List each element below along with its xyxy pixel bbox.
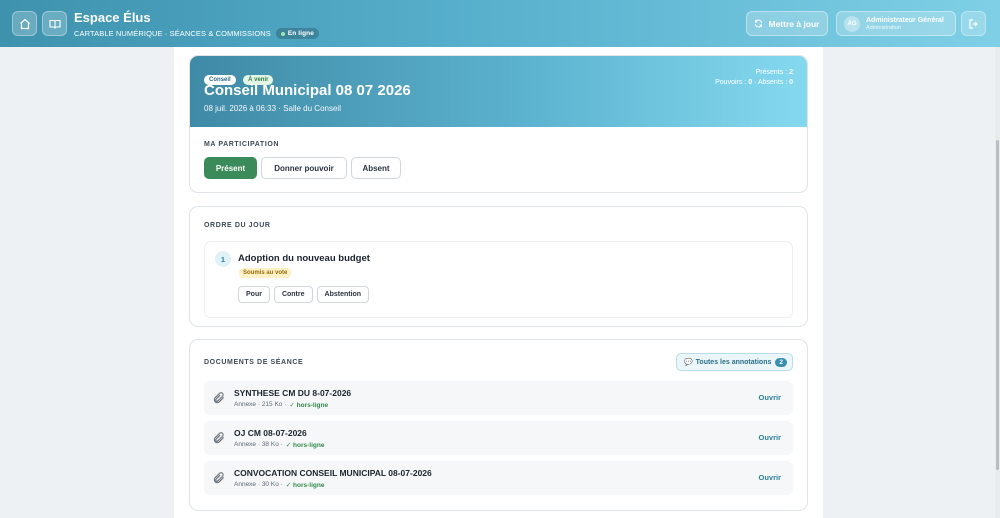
open-document-button[interactable]: Ouvrir [758, 433, 781, 442]
document-meta: Annexe · 30 Ko · ✓ hors-ligne [234, 481, 324, 489]
vote-for-button[interactable]: Pour [238, 286, 270, 303]
document-meta: Annexe · 38 Ko · ✓ hors-ligne [234, 441, 324, 449]
document-meta: Annexe · 215 Ko · ✓ hors-ligne [234, 401, 328, 409]
vote-status-badge: Soumis au vote [239, 268, 292, 278]
online-status-badge: En ligne [275, 28, 319, 39]
app-title: Espace Élus [74, 10, 151, 25]
paperclip-icon [213, 392, 225, 404]
vote-buttons: Pour Contre Abstention [238, 286, 373, 303]
document-meta-text: Annexe · 215 Ko · [234, 401, 287, 408]
absents-label: · Absents : [754, 79, 788, 86]
session-title: Conseil Municipal 08 07 2026 [204, 82, 411, 99]
avatar: AG [844, 15, 860, 32]
participation-buttons: Présent Donner pouvoir Absent [204, 157, 405, 179]
session-card: Conseil À venir Conseil Municipal 08 07 … [189, 55, 808, 193]
document-row[interactable]: CONVOCATION CONSEIL MUNICIPAL 08-07-2026… [204, 461, 793, 495]
top-bar: Espace Élus CARTABLE NUMÉRIQUE · SÉANCES… [0, 0, 1000, 47]
scrollbar-thumb[interactable] [996, 140, 999, 470]
document-name: CONVOCATION CONSEIL MUNICIPAL 08-07-2026 [234, 468, 432, 478]
absent-button[interactable]: Absent [351, 157, 401, 179]
user-name: Administrateur Général [866, 16, 944, 24]
open-document-button[interactable]: Ouvrir [758, 393, 781, 402]
app-subtitle-text: CARTABLE NUMÉRIQUE · SÉANCES & COMMISSIO… [74, 29, 271, 38]
pouvoirs-label: Pouvoirs : [715, 79, 747, 86]
update-button[interactable]: Mettre à jour [746, 11, 828, 36]
presents-value: 2 [789, 69, 793, 76]
pouvoirs-value: 0 [748, 79, 753, 86]
brand: Espace Élus CARTABLE NUMÉRIQUE · SÉANCES… [74, 10, 319, 39]
user-menu[interactable]: AG Administrateur Général Administration [836, 11, 956, 36]
logout-button[interactable] [961, 11, 986, 36]
session-date-place: 08 juil. 2026 à 06:33 · Salle du Conseil [204, 104, 341, 113]
presents-stat: Présents : 2 [715, 68, 793, 78]
presents-label: Présents : [755, 69, 788, 76]
home-button[interactable] [12, 11, 37, 36]
online-label: En ligne [287, 30, 314, 37]
pouvoirs-absents-stat: Pouvoirs : 0 · Absents : 0 [715, 78, 793, 88]
annotations-count-badge: 2 [775, 357, 787, 367]
logout-icon [968, 18, 978, 29]
agenda-label: ORDRE DU JOUR [204, 222, 271, 229]
annotations-label: Toutes les annotations [695, 358, 772, 366]
agenda-item: 1 Adoption du nouveau budget Soumis au v… [204, 241, 793, 318]
offline-status: ✓ hors-ligne [285, 482, 325, 489]
paperclip-icon [213, 432, 225, 444]
document-name: OJ CM 08-07-2026 [234, 428, 307, 438]
agenda-card: ORDRE DU JOUR 1 Adoption du nouveau budg… [189, 206, 808, 327]
document-meta-text: Annexe · 38 Ko · [234, 441, 283, 448]
agenda-item-title: Adoption du nouveau budget [238, 253, 370, 264]
open-document-button[interactable]: Ouvrir [758, 473, 781, 482]
user-role: Administration [866, 24, 901, 31]
absents-value: 0 [789, 79, 793, 86]
vote-abstain-button[interactable]: Abstention [316, 286, 370, 303]
all-annotations-button[interactable]: 💬 Toutes les annotations 2 [675, 353, 793, 371]
online-dot-icon [280, 31, 285, 36]
present-button[interactable]: Présent [204, 157, 257, 179]
speech-bubble-icon: 💬 [683, 359, 693, 366]
give-proxy-button[interactable]: Donner pouvoir [261, 157, 347, 179]
update-label: Mettre à jour [768, 18, 820, 29]
offline-status: ✓ hors-ligne [285, 442, 325, 449]
vote-against-button[interactable]: Contre [273, 286, 313, 303]
participation-label: MA PARTICIPATION [204, 141, 280, 148]
document-meta-text: Annexe · 30 Ko · [234, 481, 283, 488]
book-icon [48, 19, 61, 29]
documents-card: DOCUMENTS DE SÉANCE 💬 Toutes les annotat… [189, 339, 808, 511]
attendance-stats: Présents : 2 Pouvoirs : 0 · Absents : 0 [715, 68, 793, 88]
session-header: Conseil À venir Conseil Municipal 08 07 … [190, 56, 807, 127]
app-subtitle: CARTABLE NUMÉRIQUE · SÉANCES & COMMISSIO… [74, 28, 319, 39]
home-icon [19, 18, 30, 29]
agenda-item-number: 1 [215, 251, 231, 267]
document-row[interactable]: OJ CM 08-07-2026 Annexe · 38 Ko · ✓ hors… [204, 421, 793, 455]
offline-status: ✓ hors-ligne [289, 402, 329, 409]
refresh-icon [755, 19, 763, 28]
documents-label: DOCUMENTS DE SÉANCE [204, 359, 304, 366]
library-button[interactable] [42, 11, 67, 36]
paperclip-icon [213, 472, 225, 484]
document-name: SYNTHESE CM DU 8-07-2026 [234, 388, 352, 398]
document-row[interactable]: SYNTHESE CM DU 8-07-2026 Annexe · 215 Ko… [204, 381, 793, 415]
